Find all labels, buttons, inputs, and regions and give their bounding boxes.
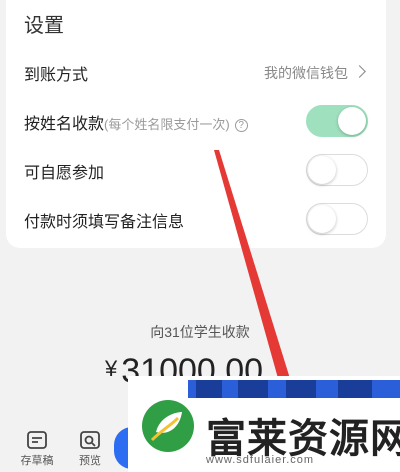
require-note-row: 付款时须填写备注信息 — [6, 199, 386, 239]
payout-method-row[interactable]: 到账方式 我的微信钱包 — [6, 52, 386, 92]
toggle-knob — [338, 107, 366, 135]
preview-label: 预览 — [79, 455, 101, 467]
chevron-right-icon — [353, 65, 366, 78]
payout-method-value: 我的微信钱包 — [264, 65, 348, 81]
currency-symbol: ¥ — [105, 356, 118, 381]
students-count-text: 向31位学生收款 — [150, 324, 250, 340]
watermark-overlay: 富莱资源网 www.sdfulaier.com — [128, 376, 400, 472]
collect-by-name-toggle[interactable] — [306, 105, 368, 137]
require-note-label: 付款时须填写备注信息 — [24, 214, 185, 231]
leaf-logo-icon — [142, 400, 194, 452]
preview-button[interactable]: 预览 — [69, 430, 111, 468]
voluntary-toggle[interactable] — [306, 154, 368, 186]
payout-method-label: 到账方式 — [24, 67, 89, 84]
settings-card: 设置 到账方式 我的微信钱包 按姓名收款(每个姓名限支付一次)? 可自愿参加 付… — [6, 0, 386, 248]
voluntary-row: 可自愿参加 — [6, 150, 386, 190]
require-note-toggle[interactable] — [306, 203, 368, 235]
collect-by-name-label: 按姓名收款(每个姓名限支付一次)? — [24, 110, 248, 134]
toggle-knob — [308, 205, 336, 233]
watermark-url: www.sdfulaier.com — [206, 454, 315, 466]
collect-by-name-row: 按姓名收款(每个姓名限支付一次)? — [6, 101, 386, 141]
collect-by-name-text: 按姓名收款 — [24, 116, 105, 133]
toggle-knob — [308, 156, 336, 184]
collect-by-name-hint: (每个姓名限支付一次) — [104, 117, 230, 132]
help-icon[interactable]: ? — [234, 119, 248, 132]
draft-box-icon — [27, 431, 47, 449]
save-draft-label: 存草稿 — [20, 455, 54, 467]
voluntary-label: 可自愿参加 — [24, 165, 105, 182]
preview-icon — [80, 431, 100, 449]
watermark-stripe — [188, 380, 400, 398]
payment-settings-page: 设置 到账方式 我的微信钱包 按姓名收款(每个姓名限支付一次)? 可自愿参加 付… — [0, 0, 400, 472]
save-draft-button[interactable]: 存草稿 — [16, 430, 58, 468]
settings-title: 设置 — [24, 15, 64, 37]
